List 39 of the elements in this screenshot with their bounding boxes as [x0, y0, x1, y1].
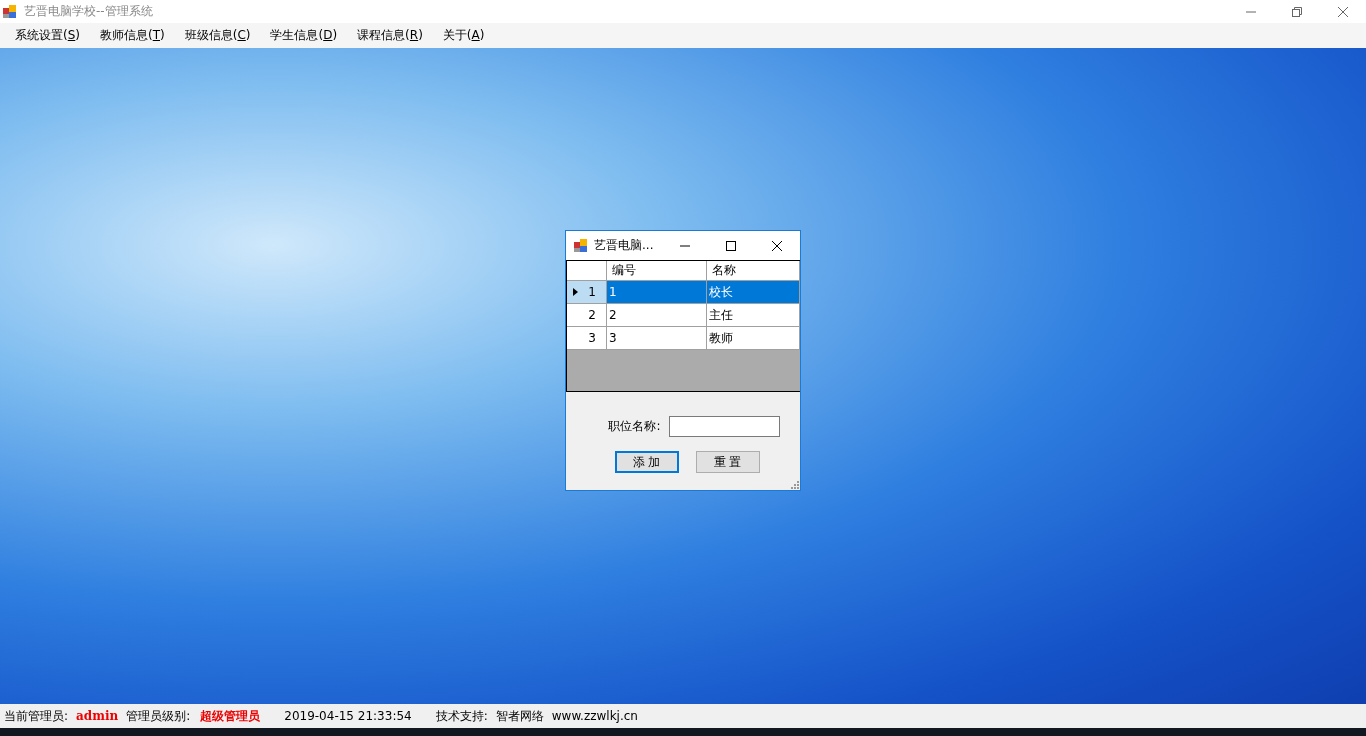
close-icon	[771, 239, 783, 252]
maximize-icon	[725, 239, 737, 252]
menu-item[interactable]: 系统设置(S)	[6, 25, 88, 46]
status-text: 管理员级别:	[126, 707, 191, 725]
row-header[interactable]: 1	[567, 281, 607, 304]
column-header[interactable]: 名称	[707, 261, 800, 281]
menu-item[interactable]: 班级信息(C)	[175, 25, 259, 46]
close-icon	[1337, 5, 1349, 18]
form-button[interactable]: 重 置	[695, 451, 760, 473]
table-cell: 主任	[707, 304, 800, 327]
window-title: 艺晋电脑学校--管理系统	[24, 3, 153, 20]
status-value: admin	[76, 709, 119, 723]
input-field[interactable]	[668, 416, 780, 437]
row-header[interactable]: 2	[567, 304, 607, 327]
status-text: 智者网络	[495, 707, 544, 725]
menu-item[interactable]: 学生信息(D)	[261, 25, 346, 46]
menu-item[interactable]: 教师信息(T)	[91, 25, 173, 46]
table-cell: 3	[607, 327, 707, 350]
restore-icon	[1291, 5, 1303, 18]
app-icon	[3, 4, 17, 19]
status-text: www.zzwlkj.cn	[551, 709, 638, 723]
current-row-icon	[573, 288, 578, 296]
menu-item[interactable]: 关于(A)	[433, 25, 493, 46]
app-icon	[574, 238, 588, 253]
table-cell: 校长	[707, 281, 800, 304]
field-label: 职位名称:	[608, 418, 661, 435]
row-header[interactable]: 3	[567, 327, 607, 350]
resize-grip-icon[interactable]	[791, 481, 799, 489]
table-cell: 教师	[707, 327, 800, 350]
table-cell: 1	[607, 281, 707, 304]
column-header[interactable]: 编号	[607, 261, 707, 281]
menu-item[interactable]: 课程信息(R)	[348, 25, 431, 46]
dialog-title: 艺晋电脑...	[594, 237, 654, 254]
status-text: 技术支持:	[435, 707, 488, 725]
table-cell: 2	[607, 304, 707, 327]
status-value: 超级管理员	[200, 707, 261, 725]
status-text: 2019-04-15 21:33:54	[284, 709, 412, 723]
form-button[interactable]: 添 加	[614, 451, 679, 473]
status-text: 当前管理员:	[4, 707, 69, 725]
